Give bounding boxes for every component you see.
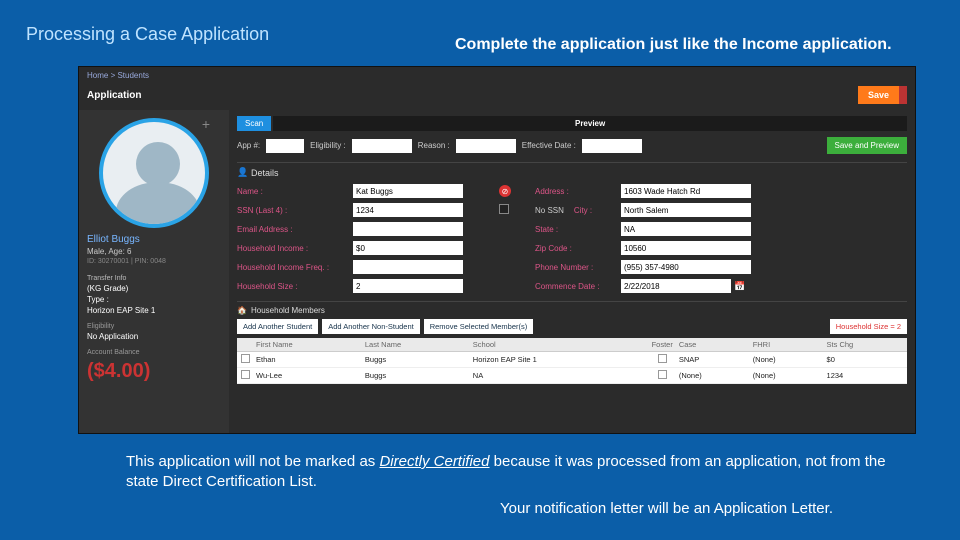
profile-elig-value: No Application: [87, 332, 221, 341]
col-foster: Foster: [649, 338, 676, 352]
col-sts: Sts Chg: [824, 338, 907, 352]
profile-meta: Male, Age: 6: [87, 247, 221, 256]
email-input[interactable]: [353, 222, 463, 236]
details-header: Details: [251, 168, 279, 178]
col-first: First Name: [253, 338, 362, 352]
footnote-1: This application will not be marked as D…: [126, 452, 900, 493]
profile-panel: + Elliot Buggs Male, Age: 6 ID: 30270001…: [79, 110, 229, 434]
col-check: [237, 338, 253, 352]
ssn-input[interactable]: [353, 203, 463, 217]
hh-size-input[interactable]: [353, 279, 463, 293]
profile-site: Horizon EAP Site 1: [87, 306, 221, 315]
zip-label: Zip Code :: [535, 244, 615, 253]
no-ssn-checkbox[interactable]: [499, 204, 509, 214]
add-photo-icon[interactable]: +: [202, 116, 210, 132]
error-icon: ⊘: [499, 185, 511, 197]
hh-income-input[interactable]: [353, 241, 463, 255]
state-label: State :: [535, 225, 615, 234]
col-last: Last Name: [362, 338, 470, 352]
calendar-icon[interactable]: 📅: [734, 281, 745, 292]
transfer-info-label: Transfer Info: [87, 275, 221, 282]
hh-size-label: Household Size :: [237, 282, 347, 291]
household-members-header: Household Members: [251, 306, 325, 315]
profile-type: Type :: [87, 295, 221, 304]
effective-date-label: Effective Date :: [522, 141, 576, 150]
city-label: No SSNCity :: [535, 206, 615, 215]
name-input[interactable]: [353, 184, 463, 198]
hh-income-label: Household Income :: [237, 244, 347, 253]
profile-id: ID: 30270001 | PIN: 0048: [87, 258, 221, 265]
avatar: [99, 118, 209, 228]
hh-freq-input[interactable]: [353, 260, 463, 274]
household-size-badge: Household Size = 2: [830, 319, 907, 334]
phone-input[interactable]: [621, 260, 751, 274]
remove-member-button[interactable]: Remove Selected Member(s): [424, 319, 534, 334]
zip-input[interactable]: [621, 241, 751, 255]
add-nonstudent-button[interactable]: Add Another Non-Student: [322, 319, 419, 334]
profile-grade: (KG Grade): [87, 284, 221, 293]
address-input[interactable]: [621, 184, 751, 198]
hh-freq-label: Household Income Freq. :: [237, 263, 347, 272]
col-case: Case: [676, 338, 750, 352]
row-checkbox[interactable]: [241, 370, 250, 379]
state-input[interactable]: [621, 222, 751, 236]
eligibility-label: Eligibility :: [310, 141, 346, 150]
slide-subtitle: Complete the application just like the I…: [455, 36, 892, 54]
app-number-input[interactable]: [266, 139, 304, 153]
main-panel: Scan Preview App #: Eligibility : Reason…: [229, 110, 915, 434]
name-label: Name :: [237, 187, 347, 196]
foster-checkbox[interactable]: [658, 370, 667, 379]
house-icon: 🏠: [237, 306, 247, 315]
phone-label: Phone Number :: [535, 263, 615, 272]
save-button[interactable]: Save: [858, 86, 907, 104]
table-row[interactable]: Wu-Lee Buggs NA (None) (None) 1234: [237, 368, 907, 384]
slide-title: Processing a Case Application: [26, 24, 269, 45]
col-school: School: [470, 338, 649, 352]
breadcrumb[interactable]: Home > Students: [79, 67, 915, 84]
commence-date-label: Commence Date :: [535, 282, 615, 291]
tab-scan[interactable]: Scan: [237, 116, 271, 131]
row-checkbox[interactable]: [241, 354, 250, 363]
city-input[interactable]: [621, 203, 751, 217]
commence-date-input[interactable]: [621, 279, 731, 293]
app-number-label: App #:: [237, 141, 260, 150]
address-label: Address :: [535, 187, 615, 196]
profile-balance-label: Account Balance: [87, 349, 221, 356]
members-table: First Name Last Name School Foster Case …: [237, 338, 907, 384]
footnote-2: Your notification letter will be an Appl…: [500, 500, 920, 517]
page-title: Application: [87, 90, 141, 101]
table-row[interactable]: Ethan Buggs Horizon EAP Site 1 SNAP (Non…: [237, 352, 907, 368]
profile-balance: ($4.00): [87, 360, 221, 383]
col-fhri: FHRI: [750, 338, 824, 352]
profile-elig-label: Eligibility: [87, 323, 221, 330]
profile-name: Elliot Buggs: [87, 234, 221, 245]
user-icon: 👤: [237, 167, 247, 178]
reason-label: Reason :: [418, 141, 450, 150]
tab-preview[interactable]: Preview: [273, 116, 907, 131]
effective-date-input[interactable]: [582, 139, 642, 153]
foster-checkbox[interactable]: [658, 354, 667, 363]
email-label: Email Address :: [237, 225, 347, 234]
save-and-preview-button[interactable]: Save and Preview: [827, 137, 907, 154]
app-window: Home > Students Application Save + Ellio…: [78, 66, 916, 434]
ssn-label: SSN (Last 4) :: [237, 206, 347, 215]
eligibility-input[interactable]: [352, 139, 412, 153]
reason-input[interactable]: [456, 139, 516, 153]
add-student-button[interactable]: Add Another Student: [237, 319, 318, 334]
